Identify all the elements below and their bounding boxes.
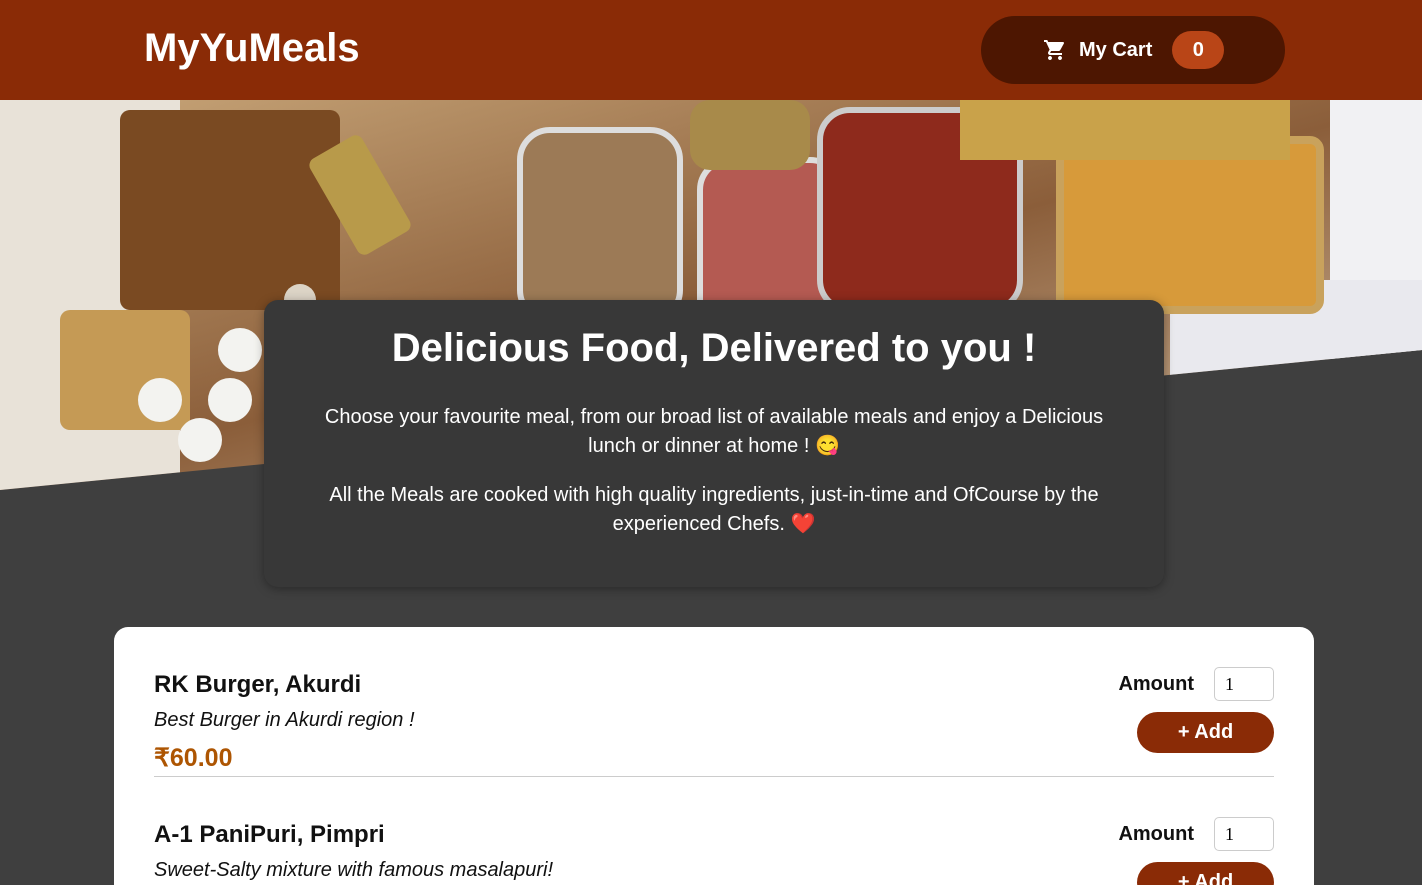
add-button[interactable]: + Add [1137, 712, 1274, 753]
amount-label: Amount [1118, 823, 1194, 845]
amount-input[interactable] [1214, 667, 1274, 701]
amount-input[interactable] [1214, 817, 1274, 851]
meal-item: RK Burger, Akurdi Best Burger in Akurdi … [154, 627, 1274, 777]
amount-label: Amount [1118, 673, 1194, 695]
meal-description: Best Burger in Akurdi region ! [154, 709, 415, 731]
cart-icon [1044, 40, 1065, 60]
intro-card: Delicious Food, Delivered to you ! Choos… [264, 300, 1164, 587]
meal-name: A-1 PaniPuri, Pimpri [154, 821, 385, 848]
add-button[interactable]: + Add [1137, 862, 1274, 885]
intro-paragraph-1: Choose your favourite meal, from our bro… [324, 406, 1104, 457]
cart-count-badge: 0 [1172, 31, 1225, 69]
app-header: MyYuMeals My Cart 0 [0, 0, 1422, 100]
brand-logo: MyYuMeals [144, 26, 360, 70]
cart-button[interactable]: My Cart 0 [981, 16, 1285, 84]
meals-list: RK Burger, Akurdi Best Burger in Akurdi … [114, 627, 1314, 885]
intro-title: Delicious Food, Delivered to you ! [391, 326, 1037, 370]
intro-paragraph-2: All the Meals are cooked with high quali… [329, 484, 1099, 535]
meal-name: RK Burger, Akurdi [154, 671, 362, 698]
meal-item: A-1 PaniPuri, Pimpri Sweet-Salty mixture… [154, 777, 1274, 885]
meal-description: Sweet-Salty mixture with famous masalapu… [154, 859, 554, 881]
meal-price: ₹60.00 [154, 744, 233, 772]
cart-label: My Cart [1079, 38, 1153, 61]
